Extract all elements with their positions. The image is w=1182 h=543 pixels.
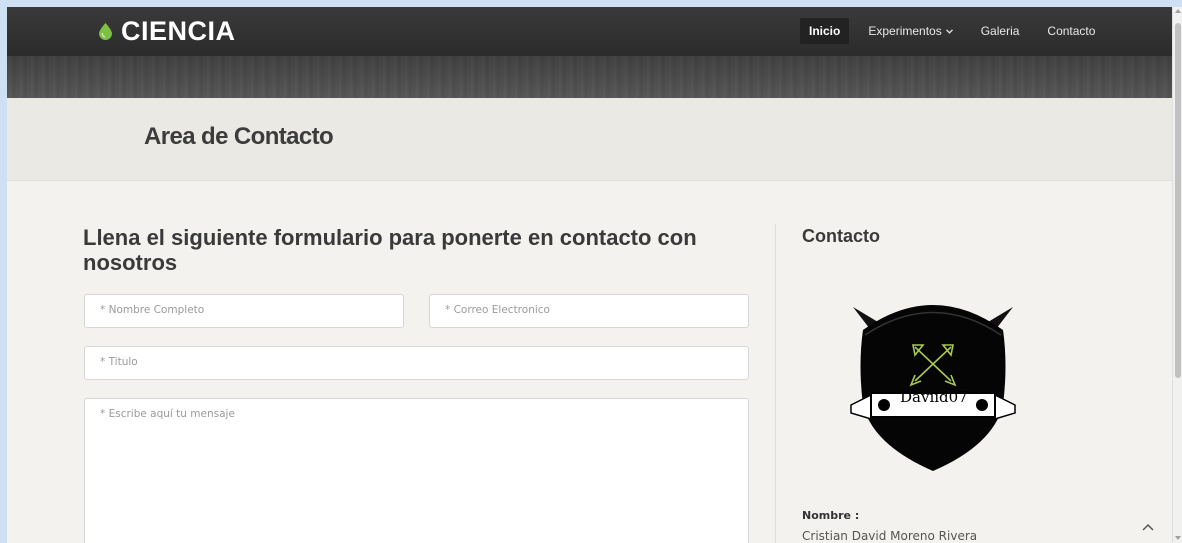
nav-inicio-label: Inicio: [809, 24, 841, 38]
chevron-down-icon: [945, 28, 953, 34]
sidebar-heading: Contacto: [802, 226, 880, 246]
column-divider: [775, 224, 776, 543]
nav-galeria-label: Galeria: [980, 24, 1020, 38]
crest-text: Daviid07: [900, 388, 968, 406]
name-placeholder: * Nombre Completo: [100, 304, 205, 316]
page-scrollbar[interactable]: [1172, 7, 1182, 543]
navbar: CIENCIA Inicio Experimentos Galeria Cont…: [7, 7, 1172, 56]
name-label: Nombre :: [802, 509, 860, 522]
name-field[interactable]: * Nombre Completo: [84, 294, 404, 328]
drop-icon: [99, 23, 112, 40]
email-placeholder: * Correo Electronico: [445, 304, 550, 316]
header-band-shade: [7, 56, 1172, 98]
nav-inicio[interactable]: Inicio: [800, 18, 850, 44]
nav-experimentos[interactable]: Experimentos: [859, 18, 961, 44]
title-field[interactable]: * Titulo: [84, 346, 749, 380]
brand-name: CIENCIA: [121, 16, 236, 46]
back-to-top-button[interactable]: [1135, 514, 1161, 540]
crest-logo: [850, 305, 1016, 471]
nav-galeria[interactable]: Galeria: [972, 18, 1029, 44]
page-title-area: Area de Contacto: [7, 98, 1172, 181]
title-placeholder: * Titulo: [100, 356, 138, 368]
scroll-thumb[interactable]: [1175, 23, 1181, 378]
nav-contacto[interactable]: Contacto: [1038, 18, 1104, 44]
name-value: Cristian David Moreno Rivera: [802, 529, 978, 543]
email-field[interactable]: * Correo Electronico: [429, 294, 749, 328]
nav-experimentos-label: Experimentos: [868, 24, 942, 38]
message-textarea[interactable]: * Escribe aquí tu mensaje: [84, 398, 749, 543]
arrow-up-icon: [1142, 523, 1154, 531]
scroll-up-arrow-icon[interactable]: [1175, 9, 1181, 13]
logo[interactable]: CIENCIA: [99, 16, 236, 47]
nav-contacto-label: Contacto: [1047, 24, 1096, 38]
page-title: Area de Contacto: [144, 123, 334, 150]
form-heading: Llena el siguiente formulario para poner…: [83, 225, 697, 275]
page: CIENCIA Inicio Experimentos Galeria Cont…: [7, 7, 1172, 543]
message-placeholder: * Escribe aquí tu mensaje: [100, 408, 235, 420]
scroll-down-arrow-icon[interactable]: [1175, 536, 1181, 540]
main-nav: Inicio Experimentos Galeria Contacto: [800, 18, 1114, 44]
